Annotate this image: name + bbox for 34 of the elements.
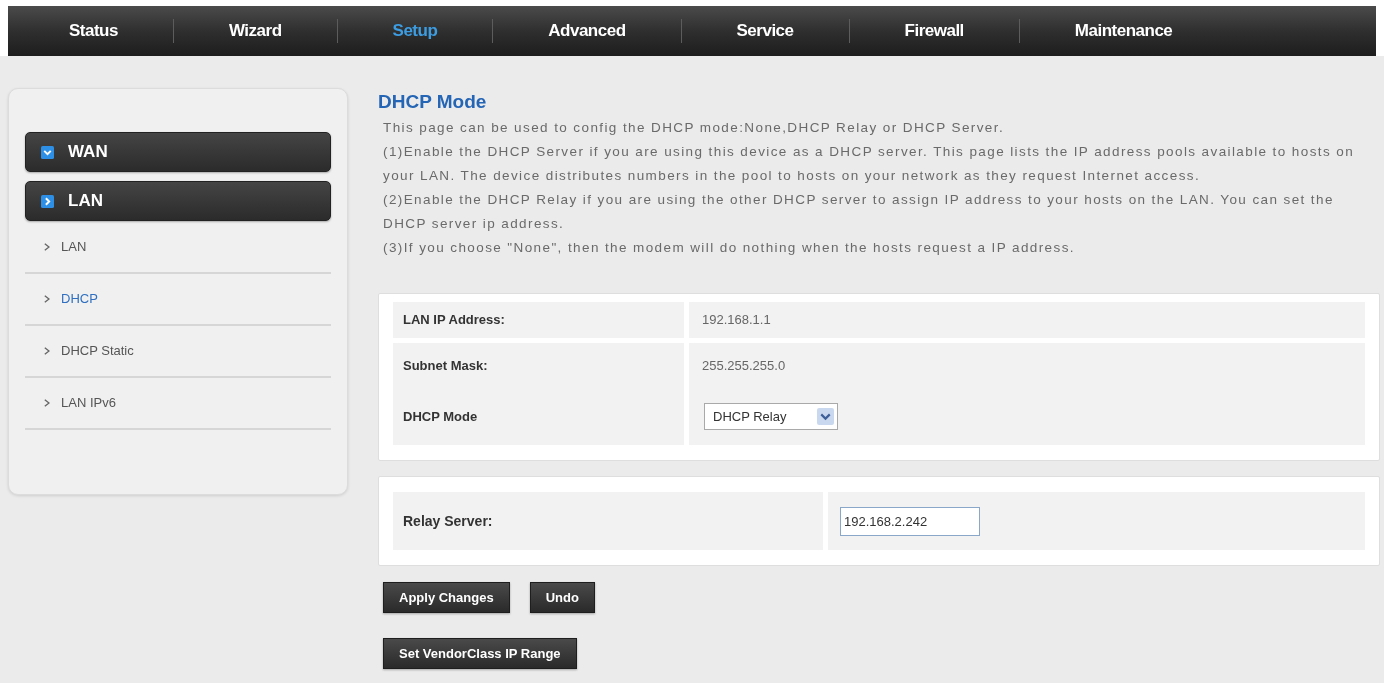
nav-tab[interactable]: Wizard [173, 6, 337, 56]
action-button[interactable]: Undo [529, 582, 595, 613]
label-cell: DHCP Mode [393, 388, 684, 445]
action-button[interactable]: Set VendorClass IP Range [383, 638, 577, 669]
label-cell: Relay Server: [393, 492, 823, 550]
description-text: (2)Enable the DHCP Relay if you are using the other DHCP server to assign IP address to your hosts on the LAN. You can set the DHCP server ip address. [383, 191, 1335, 233]
sidebar-link[interactable]: LAN [25, 222, 327, 272]
description-text: This page can be used to config the DHCP mode:None,DHCP Relay or DHCP Server. [383, 119, 1006, 137]
chevron-right-icon [44, 399, 50, 407]
nav-tab[interactable]: Status [14, 6, 173, 56]
action-button[interactable]: Apply Changes [383, 582, 510, 613]
label-cell: Subnet Mask: [393, 343, 684, 388]
description-text: (1)Enable the DHCP Server if you are using this device as a DHCP server. This page lists the IP address pools available to hosts on your LAN. The device distributes numbers in the pool to hosts on your network as they request Internet access. [383, 143, 1356, 185]
chevron-right-icon [44, 295, 50, 303]
chevron-right-icon [44, 243, 50, 251]
sidebar-group-header[interactable]: WAN [25, 132, 331, 172]
sidebar-link[interactable]: DHCP Static [25, 326, 327, 376]
nav-tab[interactable]: Service [681, 6, 849, 56]
value-cell: 255.255.255.0 [689, 343, 1365, 388]
sidebar-link[interactable]: LAN IPv6 [25, 378, 327, 428]
sidebar-link[interactable]: DHCP [25, 274, 327, 324]
description-text: (3)If you choose "None", then the modem will do nothing when the hosts request a IP address. [383, 239, 1076, 257]
label-cell: LAN IP Address: [393, 302, 684, 338]
value-cell: 192.168.1.1 [689, 302, 1365, 338]
sidebar-group-header[interactable]: LAN [25, 181, 331, 221]
nav-tab[interactable]: Maintenance [1019, 6, 1228, 56]
nav-tab[interactable]: Firewall [849, 6, 1019, 56]
select-value: DHCP Relay [713, 407, 787, 426]
nav-tab[interactable]: Setup [337, 6, 493, 56]
nav-tab[interactable]: Advanced [493, 6, 681, 56]
page-title: DHCP Mode [378, 91, 488, 113]
relay-server-input[interactable]: 192.168.2.242 [840, 506, 980, 536]
chevron-right-icon [44, 347, 50, 355]
dhcp-mode-select[interactable]: DHCP Relay [704, 403, 838, 430]
